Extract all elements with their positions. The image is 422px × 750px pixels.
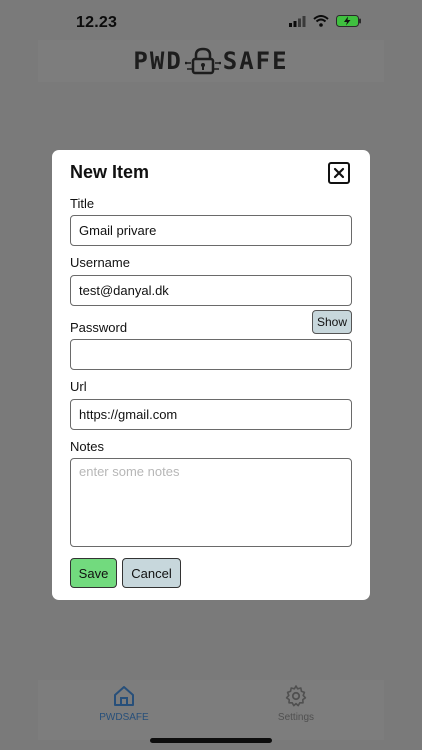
lock-icon (184, 47, 221, 75)
save-button[interactable]: Save (70, 558, 117, 588)
close-icon (333, 167, 345, 179)
bottom-tabbar: PWDSAFE Settings (38, 680, 384, 740)
tab-pwdsafe[interactable]: PWDSAFE (64, 684, 184, 723)
modal-title: New Item (70, 162, 150, 182)
cancel-button[interactable]: Cancel (122, 558, 181, 588)
status-icons (289, 15, 362, 27)
status-time: 12.23 (76, 14, 118, 31)
title-label: Title (70, 196, 95, 211)
home-indicator (150, 738, 272, 743)
notes-label: Notes (70, 439, 104, 454)
tab-settings[interactable]: Settings (236, 684, 356, 723)
notes-textarea[interactable] (70, 458, 352, 547)
username-input[interactable] (70, 275, 352, 306)
tab-label: Settings (277, 712, 315, 723)
status-bar: 12.23 (0, 0, 422, 44)
wifi-icon (313, 15, 329, 27)
username-label: Username (70, 255, 130, 270)
title-input[interactable] (70, 215, 352, 246)
password-input[interactable] (70, 339, 352, 370)
url-input[interactable] (70, 399, 352, 430)
logo-text-left: PWD (133, 47, 183, 75)
app-header: PWD SAFE (38, 40, 384, 82)
show-password-button[interactable]: Show (312, 310, 352, 334)
home-icon (114, 686, 134, 706)
battery-charging-icon (336, 15, 361, 27)
app-logo: PWD SAFE (133, 47, 288, 75)
new-item-modal: New Item Title Username Password Show Ur… (52, 150, 370, 600)
signal-icon (289, 15, 306, 27)
password-label: Password (70, 320, 128, 335)
gear-icon (285, 685, 307, 707)
url-label: Url (70, 379, 87, 394)
close-button[interactable] (328, 162, 350, 184)
tab-label: PWDSAFE (99, 712, 149, 723)
logo-text-right: SAFE (222, 47, 289, 75)
